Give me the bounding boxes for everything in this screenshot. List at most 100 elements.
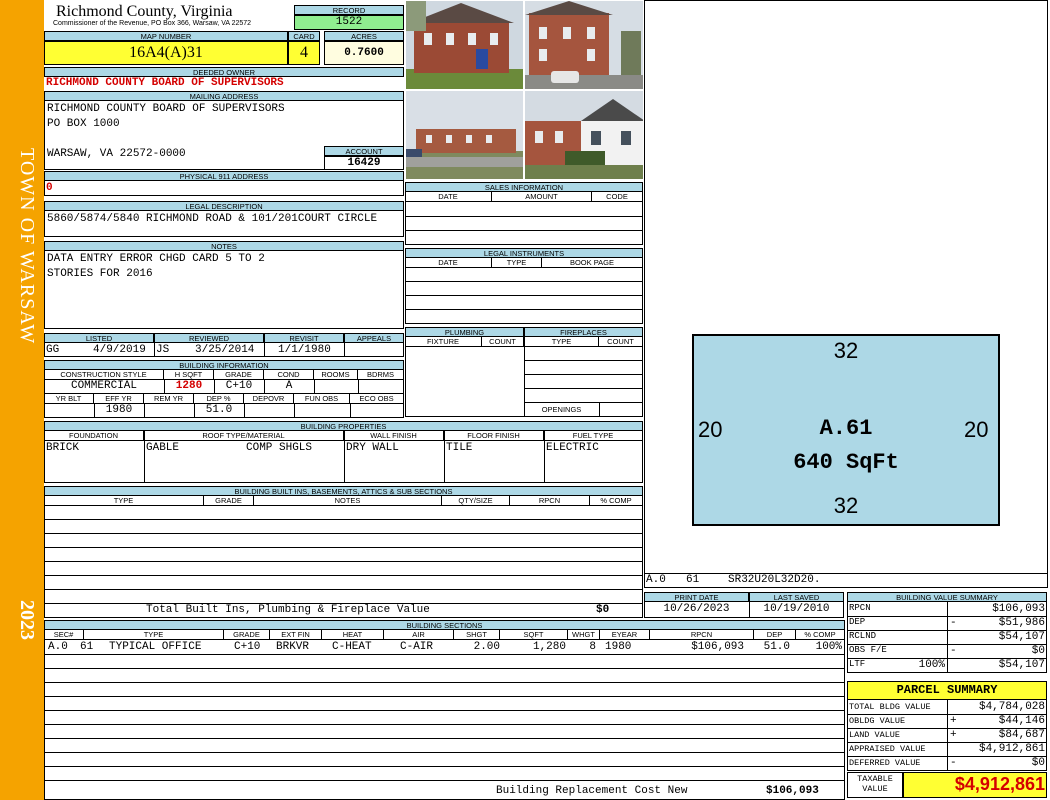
ps-deferred-value: $0	[1031, 757, 1045, 769]
physical-address-header: PHYSICAL 911 ADDRESS	[44, 171, 404, 181]
ps-land-sign: +	[950, 729, 957, 741]
photo-4-image	[525, 91, 643, 179]
taxable-label-line-2: VALUE	[862, 784, 888, 794]
fireplaces-openings-label: OPENINGS	[541, 405, 582, 414]
record-header: RECORD	[294, 5, 404, 15]
listed-by: GG	[46, 344, 60, 356]
revisit-date: 1/1/1980	[278, 344, 331, 356]
dep-value: 51.0	[205, 404, 233, 416]
li-h-type: TYPE	[492, 258, 542, 268]
h-sqft: H SQFT	[164, 370, 214, 380]
section-eyear: 1980	[605, 641, 632, 653]
builtins-h-rpcn: RPCN	[510, 496, 590, 506]
property-photo-4	[524, 90, 644, 180]
card-header: CARD	[288, 31, 320, 41]
section-column-header: HEAT	[322, 630, 384, 640]
map-number-header: MAP NUMBER	[44, 31, 288, 41]
appeals-header: APPEALS	[344, 333, 404, 343]
fireplaces-h-count: COUNT	[599, 337, 643, 347]
builtins-h-type: TYPE	[44, 496, 204, 506]
section-ext-fin: BRKVR	[276, 641, 310, 653]
ps-appraised-label: APPRAISED VALUE	[849, 744, 926, 754]
h-eco-obs: ECO OBS	[350, 394, 404, 404]
builtins-h-notes: NOTES	[254, 496, 442, 506]
h-cond: COND	[264, 370, 314, 380]
sketch-caption-path: SR32U20L32D20.	[728, 574, 821, 586]
deeded-owner-header: DEEDED OWNER	[44, 67, 404, 77]
vs-rpcn-label: RPCN	[849, 603, 871, 613]
h-yr-blt: YR BLT	[44, 394, 94, 404]
fuel-type-value: ELECTRIC	[546, 442, 599, 454]
sketch-bottom-dimension: 32	[833, 493, 859, 518]
ps-obldg-value: $44,146	[998, 715, 1045, 727]
building-properties-header: BUILDING PROPERTIES	[44, 421, 643, 431]
section-column-header: AIR	[384, 630, 454, 640]
brcn-value: $106,093	[766, 785, 819, 797]
legal-description-header: LEGAL DESCRIPTION	[44, 201, 404, 211]
year-label: 2023	[16, 600, 38, 640]
photo-3-image	[406, 91, 523, 179]
section-sqft: 1,280	[532, 641, 566, 653]
section-column-header: TYPE	[84, 630, 224, 640]
taxable-label-line-1: TAXABLE	[857, 774, 893, 784]
sketch-caption-section: A.0	[646, 574, 666, 586]
builtins-h-comp: % COMP	[590, 496, 643, 506]
roof-type-value: GABLE	[146, 442, 180, 454]
ps-land-value: $84,687	[998, 729, 1045, 741]
sales-h-code: CODE	[592, 192, 643, 202]
ps-total-value: $4,784,028	[978, 701, 1045, 713]
vs-obs-sign: -	[950, 645, 957, 657]
floor-finish-value: TILE	[446, 442, 473, 454]
section-heat: C-HEAT	[332, 641, 372, 653]
brcn-label: Building Replacement Cost New	[496, 785, 688, 797]
mailing-line-3: WARSAW, VA 22572-0000	[47, 148, 186, 160]
ps-obldg-sign: +	[950, 715, 957, 727]
section-column-header: DEP	[754, 630, 796, 640]
commissioner-line: Commissioner of the Revenue, PO Box 366,…	[53, 20, 252, 27]
section-column-header: SQFT	[500, 630, 568, 640]
property-photo-1	[405, 0, 524, 90]
h-construction-style: CONSTRUCTION STYLE	[44, 370, 164, 380]
h-fun-obs: FUN OBS	[294, 394, 350, 404]
eff-yr-value: 1980	[105, 404, 133, 416]
builtins-header: BUILDING BUILT INS, BASEMENTS, ATTICS & …	[44, 486, 643, 496]
section-column-header: SEC#	[44, 630, 84, 640]
h-eff-yr: EFF YR	[94, 394, 144, 404]
plumbing-h-fixture: FIXTURE	[405, 337, 482, 347]
li-h-date: DATE	[405, 258, 492, 268]
mailing-line-2: PO BOX 1000	[47, 118, 120, 130]
h-bdrms: BDRMS	[358, 370, 404, 380]
section-column-header: EYEAR	[600, 630, 650, 640]
vs-ltf-label: LTF	[849, 659, 866, 669]
vs-obs-label: OBS F/E	[849, 645, 887, 655]
h-rem-yr: REM YR	[144, 394, 194, 404]
listed-date: 4/9/2019	[93, 344, 146, 356]
section-sec: A.0	[48, 641, 68, 653]
photo-2-image	[525, 1, 643, 89]
town-label: TOWN OF WARSAW	[16, 148, 38, 345]
county-title: Richmond County, Virginia	[56, 3, 233, 20]
photo-1-image	[406, 1, 523, 89]
wall-finish-value: DRY WALL	[346, 442, 399, 454]
sketch-caption-code: 61	[686, 574, 700, 586]
section-grade: C+10	[234, 641, 261, 653]
vs-rclnd-label: RCLND	[849, 631, 877, 641]
building-sections-box	[44, 630, 845, 800]
section-comp: 100%	[815, 641, 842, 653]
props-h-roof: ROOF TYPE/MATERIAL	[144, 431, 344, 441]
vs-ltf-percent: 100%	[918, 659, 945, 671]
taxable-value: $4,912,861	[954, 774, 1045, 794]
reviewed-by: JS	[156, 344, 170, 356]
plumbing-h-count: COUNT	[482, 337, 524, 347]
fireplaces-header: FIREPLACES	[524, 327, 643, 337]
property-photo-3	[405, 90, 524, 180]
vs-dep-value: $51,986	[998, 617, 1045, 629]
h-rooms: ROOMS	[314, 370, 358, 380]
last-saved-header: LAST SAVED	[749, 592, 844, 602]
mailing-address-header: MAILING ADDRESS	[44, 91, 404, 101]
vs-dep-label: DEP	[849, 617, 866, 627]
value-summary-header: BUILDING VALUE SUMMARY	[847, 592, 1047, 602]
section-column-header: WHGT	[568, 630, 600, 640]
builtins-box	[44, 496, 643, 618]
sketch-section-label: A.61	[819, 416, 873, 441]
